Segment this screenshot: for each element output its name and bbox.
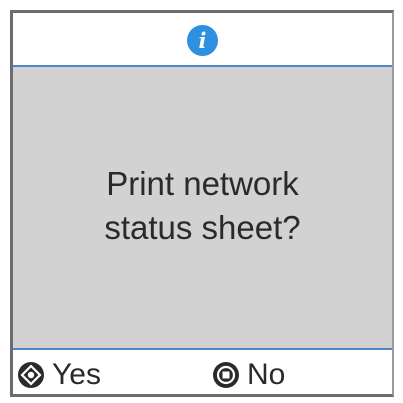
confirmation-message: Print network status sheet? [104,162,300,250]
dialog-header: i [13,13,392,67]
no-button[interactable]: No [213,358,285,392]
yes-button[interactable]: Yes [18,358,101,392]
message-line-1: Print network [106,164,299,202]
info-icon: i [187,24,218,56]
printer-lcd-screen: i Print network status sheet? Yes No [10,10,394,397]
message-line-2: status sheet? [104,208,301,246]
message-area: Print network status sheet? [13,67,392,350]
ok-button-icon [18,362,44,388]
softkey-bar: Yes No [13,350,392,394]
info-icon-glyph: i [198,27,207,53]
stop-button-icon [213,362,239,388]
no-label: No [247,358,286,391]
yes-label: Yes [52,358,101,391]
